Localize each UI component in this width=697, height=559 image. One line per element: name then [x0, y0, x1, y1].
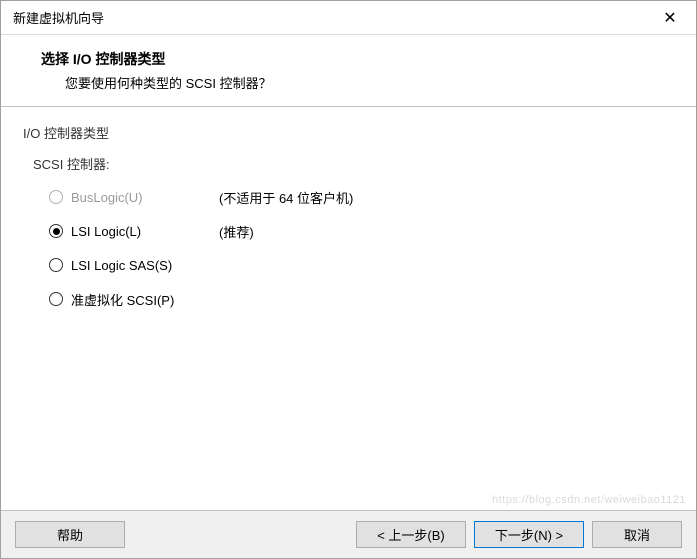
- window-title: 新建虚拟机向导: [13, 8, 104, 27]
- radio-label: LSI Logic SAS(S): [71, 258, 211, 273]
- titlebar: 新建虚拟机向导 ✕: [1, 1, 696, 35]
- radio-icon: [49, 190, 63, 204]
- radio-hint: (不适用于 64 位客户机): [219, 188, 353, 207]
- help-button[interactable]: 帮助: [15, 521, 125, 548]
- cancel-button[interactable]: 取消: [592, 521, 682, 548]
- radio-hint: (推荐): [219, 222, 254, 241]
- page-title: 选择 I/O 控制器类型: [41, 49, 676, 69]
- scsi-label: SCSI 控制器:: [23, 154, 674, 173]
- radio-icon: [49, 224, 63, 238]
- radio-option-lsilogicsas[interactable]: LSI Logic SAS(S): [49, 255, 674, 275]
- radio-icon: [49, 292, 63, 306]
- group-label: I/O 控制器类型: [23, 123, 674, 142]
- page-subtitle: 您要使用何种类型的 SCSI 控制器？: [41, 73, 676, 92]
- close-button[interactable]: ✕: [648, 3, 692, 33]
- next-button[interactable]: 下一步(N) >: [474, 521, 584, 548]
- close-icon: ✕: [663, 8, 676, 28]
- wizard-dialog: 新建虚拟机向导 ✕ 选择 I/O 控制器类型 您要使用何种类型的 SCSI 控制…: [0, 0, 697, 559]
- radio-list: BusLogic(U) (不适用于 64 位客户机) LSI Logic(L) …: [23, 187, 674, 309]
- radio-option-paravirtual[interactable]: 准虚拟化 SCSI(P): [49, 289, 674, 309]
- header-area: 选择 I/O 控制器类型 您要使用何种类型的 SCSI 控制器？: [1, 35, 696, 107]
- radio-label: BusLogic(U): [71, 190, 211, 205]
- radio-option-lsilogic[interactable]: LSI Logic(L) (推荐): [49, 221, 674, 241]
- button-bar: 帮助 < 上一步(B) 下一步(N) > 取消: [1, 510, 696, 558]
- radio-label: LSI Logic(L): [71, 224, 211, 239]
- radio-option-buslogic: BusLogic(U) (不适用于 64 位客户机): [49, 187, 674, 207]
- content-area: I/O 控制器类型 SCSI 控制器: BusLogic(U) (不适用于 64…: [1, 107, 696, 510]
- radio-icon: [49, 258, 63, 272]
- radio-label: 准虚拟化 SCSI(P): [71, 290, 211, 309]
- back-button[interactable]: < 上一步(B): [356, 521, 466, 548]
